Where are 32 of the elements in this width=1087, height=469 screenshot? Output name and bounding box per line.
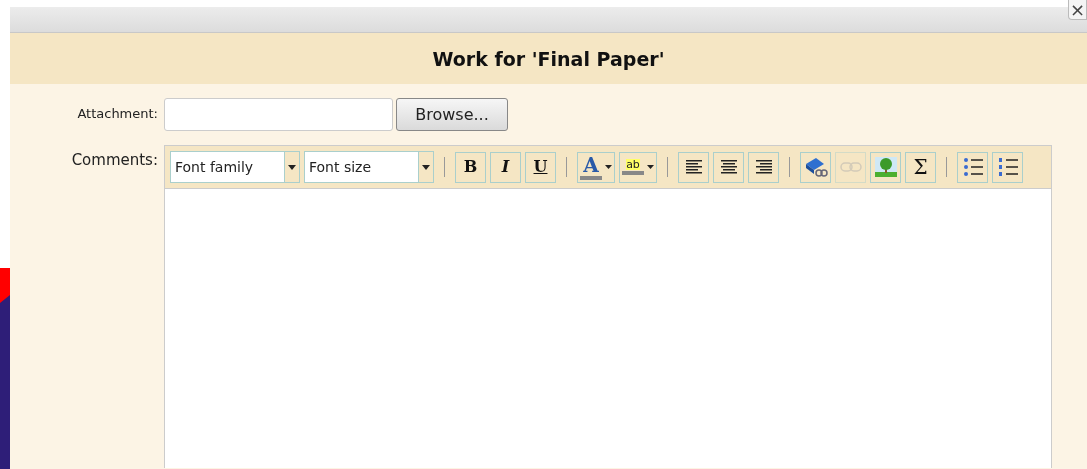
font-select[interactable]: Font family [170,151,300,183]
align-center-button[interactable] [713,151,744,183]
bullet-list-icon [962,158,983,176]
book-icon [803,156,828,178]
dropdown-caret-icon[interactable] [284,152,299,182]
image-button[interactable] [870,151,901,183]
align-left-button[interactable] [678,151,709,183]
align-left-icon [684,160,703,174]
numbered-list-icon [997,158,1018,176]
close-button[interactable]: × [1068,0,1087,20]
attachment-field[interactable] [164,98,393,131]
text-color-button[interactable]: A [577,151,615,183]
numbered-list-button[interactable] [992,151,1023,183]
symbol-button[interactable]: Σ [905,151,936,183]
bullet-list-button[interactable] [957,151,988,183]
align-center-icon [719,160,738,174]
attachment-label: Attachment: [77,105,158,123]
bold-button[interactable]: B [455,151,486,183]
align-right-button[interactable] [748,151,779,183]
browse-button[interactable]: Browse... [396,98,508,131]
comments-label: Comments: [71,150,158,171]
italic-button[interactable]: I [490,151,521,183]
link-icon [839,162,862,172]
caret-icon [605,164,612,170]
font-select[interactable]: Font size [304,151,434,183]
highlight-button[interactable]: ab [619,151,657,183]
dropdown-caret-icon[interactable] [418,152,433,182]
underline-button[interactable]: U [525,151,556,183]
dialog-title: Work for 'Final Paper' [432,47,665,70]
caret-icon [647,164,654,170]
align-right-icon [754,160,773,174]
image-icon [874,157,897,177]
